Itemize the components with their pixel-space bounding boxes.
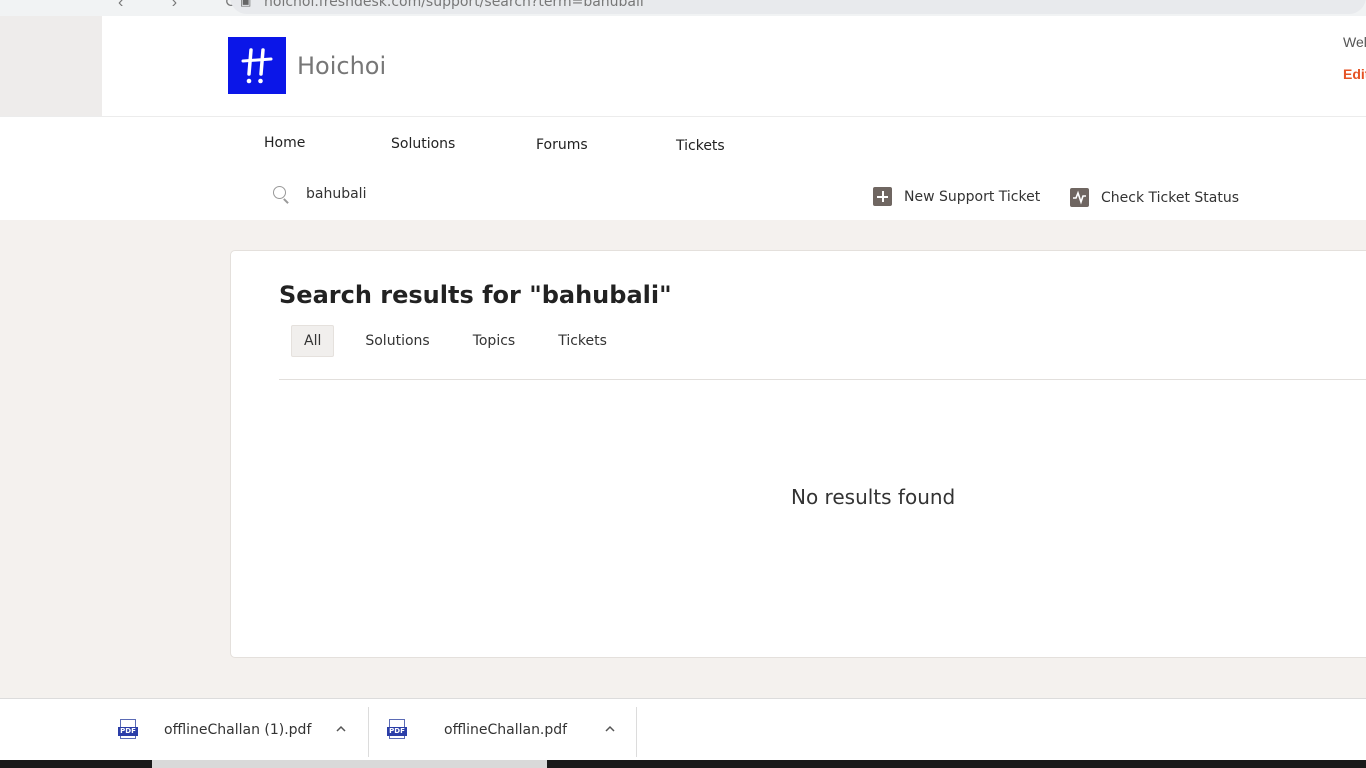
check-ticket-status-label: Check Ticket Status xyxy=(1101,189,1239,206)
search-input[interactable] xyxy=(306,186,806,202)
divider xyxy=(368,707,369,757)
lock-icon: ▣ xyxy=(240,0,252,8)
brand-logo[interactable] xyxy=(228,37,286,94)
pdf-icon: PDF xyxy=(118,719,138,741)
welcome-text: Welcome xyxy=(1343,34,1366,50)
taskbar-segment xyxy=(152,760,547,768)
browser-toolbar: ‹ › ⟳ ▣ hoichoi.freshdesk.com/support/se… xyxy=(0,0,1366,16)
address-bar-url[interactable]: hoichoi.freshdesk.com/support/search?ter… xyxy=(264,0,644,10)
download-item[interactable]: PDF offlineChallan.pdf xyxy=(387,699,567,761)
search-bar xyxy=(272,185,806,204)
tab-tickets[interactable]: Tickets xyxy=(546,326,619,356)
check-ticket-status-link[interactable]: Check Ticket Status xyxy=(1070,188,1239,207)
download-item[interactable]: PDF offlineChallan (1).pdf xyxy=(118,699,311,761)
main-navigation: Home Solutions Forums Tickets New Suppor… xyxy=(0,116,1366,220)
divider xyxy=(636,707,637,757)
new-support-ticket-label: New Support Ticket xyxy=(904,188,1041,205)
tab-topics[interactable]: Topics xyxy=(461,326,528,356)
left-gutter xyxy=(0,16,102,116)
download-filename: offlineChallan.pdf xyxy=(444,722,568,738)
search-icon[interactable] xyxy=(272,185,290,204)
nav-forums[interactable]: Forums xyxy=(536,137,588,153)
pdf-icon: PDF xyxy=(387,719,407,741)
new-support-ticket-link[interactable]: New Support Ticket xyxy=(873,187,1040,206)
nav-tickets[interactable]: Tickets xyxy=(676,138,725,154)
site-header: Hoichoi Welcome Edit profile xyxy=(102,16,1366,116)
page-title: Search results for "bahubali" xyxy=(279,281,672,309)
brand-name[interactable]: Hoichoi xyxy=(297,52,386,80)
edit-profile-link[interactable]: Edit profile xyxy=(1343,66,1366,82)
plus-icon xyxy=(873,187,892,206)
activity-pulse-icon xyxy=(1070,188,1089,207)
downloads-bar: PDF offlineChallan (1).pdf PDF offlineCh… xyxy=(0,698,1366,760)
nav-solutions[interactable]: Solutions xyxy=(391,136,455,152)
chevron-up-icon[interactable] xyxy=(605,724,615,734)
tab-solutions[interactable]: Solutions xyxy=(353,326,441,356)
divider xyxy=(279,379,1366,380)
nav-home[interactable]: Home xyxy=(264,135,305,151)
logo-mark-icon xyxy=(241,47,273,83)
search-results-card: Search results for "bahubali" All Soluti… xyxy=(230,250,1366,658)
chevron-up-icon[interactable] xyxy=(336,724,346,734)
results-tabs: All Solutions Topics Tickets xyxy=(291,325,638,357)
download-filename: offlineChallan (1).pdf xyxy=(164,722,312,738)
taskbar xyxy=(0,760,1366,768)
tab-all[interactable]: All xyxy=(291,325,335,357)
empty-state-message: No results found xyxy=(791,485,956,509)
